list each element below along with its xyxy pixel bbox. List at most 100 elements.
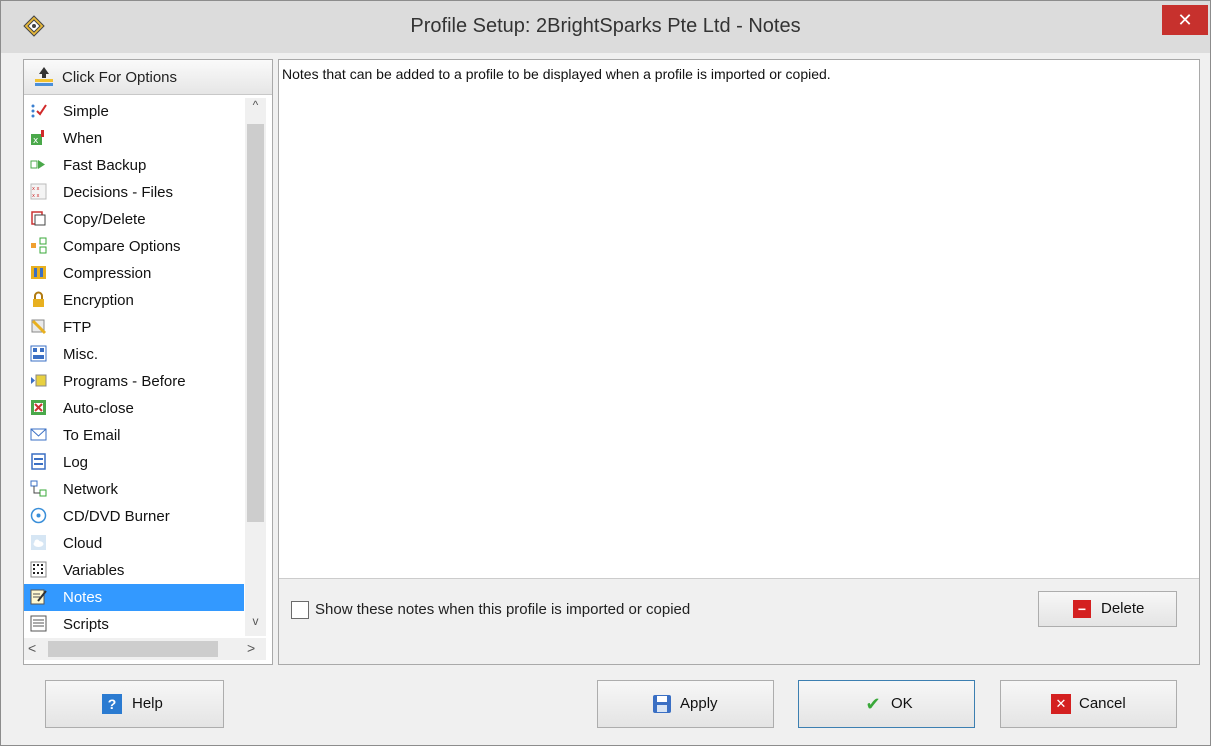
save-disk-icon [653, 695, 671, 713]
delete-button-label: Delete [1101, 600, 1145, 617]
scroll-left-arrow-icon[interactable]: < [28, 640, 36, 656]
notes-panel: Notes that can be added to a profile to … [278, 59, 1200, 665]
sidebar-item-copy-delete[interactable]: Copy/Delete [24, 206, 244, 233]
svg-text:x x: x x [32, 193, 40, 199]
sidebar-item-scripts[interactable]: Scripts [24, 611, 244, 636]
decisions-icon: x xx x [30, 183, 47, 200]
auto-close-icon [31, 400, 46, 415]
log-icon [31, 453, 46, 470]
sidebar-item-variables[interactable]: Variables [24, 557, 244, 584]
sidebar-vertical-scrollbar[interactable]: ^ v [245, 98, 266, 636]
notes-icon [30, 589, 47, 605]
sidebar-item-encryption[interactable]: Encryption [24, 287, 244, 314]
show-notes-checkbox[interactable] [291, 601, 309, 619]
misc-icon [30, 345, 47, 362]
horizontal-scroll-thumb[interactable] [48, 641, 218, 657]
sidebar-item-simple[interactable]: Simple [24, 98, 244, 125]
lock-icon [33, 291, 44, 307]
ok-button[interactable]: ✔ OK [798, 680, 975, 728]
sidebar-item-label: To Email [63, 427, 121, 444]
click-for-options-button[interactable]: Click For Options [24, 60, 272, 95]
copy-delete-icon [31, 211, 46, 226]
sidebar-item-compression[interactable]: Compression [24, 260, 244, 287]
title-bar[interactable]: Profile Setup: 2BrightSparks Pte Ltd - N… [1, 1, 1210, 53]
delete-button[interactable]: − Delete [1038, 591, 1177, 627]
checkmark-icon: ✔ [865, 694, 881, 714]
scroll-down-arrow-icon[interactable]: v [245, 614, 266, 636]
window-title: Profile Setup: 2BrightSparks Pte Ltd - N… [410, 15, 801, 37]
sidebar-item-label: Log [63, 454, 89, 471]
cancel-x-icon: ✕ [1051, 694, 1071, 714]
sidebar-item-label: Compare Options [63, 238, 181, 255]
sidebar-item-label: When [63, 130, 103, 147]
sidebar-item-label: Fast Backup [63, 157, 147, 174]
sidebar-item-log[interactable]: Log [24, 449, 244, 476]
sidebar-item-ftp[interactable]: FTP [24, 314, 244, 341]
variables-icon [30, 561, 47, 578]
fast-backup-icon [30, 160, 45, 169]
svg-text:x: x [33, 136, 39, 146]
cancel-button[interactable]: ✕ Cancel [1000, 680, 1177, 728]
sidebar-item-compare-options[interactable]: Compare Options [24, 233, 244, 260]
cancel-button-label: Cancel [1079, 695, 1126, 712]
network-icon [30, 480, 47, 497]
email-icon [30, 428, 47, 441]
sidebar-item-notes[interactable]: Notes [24, 584, 244, 611]
close-button[interactable]: ✕ [1162, 5, 1208, 35]
sidebar-item-label: Cloud [63, 535, 103, 552]
sidebar-item-label: Scripts [63, 616, 109, 633]
sidebar-item-label: Programs - Before [63, 373, 186, 390]
notes-content: Notes that can be added to a profile to … [282, 66, 831, 82]
scripts-icon [30, 615, 47, 632]
notes-options-strip: Show these notes when this profile is im… [279, 579, 1199, 664]
sidebar-item-cd-dvd-burner[interactable]: CD/DVD Burner [24, 503, 244, 530]
sidebar-item-label: CD/DVD Burner [63, 508, 170, 525]
svg-text:x x: x x [32, 186, 40, 192]
sidebar-item-label: Decisions - Files [63, 184, 174, 201]
sidebar-horizontal-scrollbar[interactable]: < > [24, 638, 266, 660]
sidebar-item-label: Encryption [63, 292, 134, 309]
compare-icon [31, 237, 47, 254]
apply-button-label: Apply [680, 695, 718, 712]
help-button-label: Help [132, 695, 163, 712]
compression-icon [31, 266, 46, 279]
sidebar-item-label: Notes [63, 589, 103, 606]
simple-icon [31, 104, 47, 118]
sidebar-item-label: Misc. [63, 346, 98, 363]
sidebar-item-label: Network [63, 481, 119, 498]
sidebar-item-misc[interactable]: Misc. [24, 341, 244, 368]
sidebar-item-network[interactable]: Network [24, 476, 244, 503]
programs-icon [31, 374, 47, 387]
scroll-right-arrow-icon[interactable]: > [247, 640, 255, 656]
help-button[interactable]: ? Help [45, 680, 224, 728]
sidebar-item-cloud[interactable]: Cloud [24, 530, 244, 557]
sidebar-item-label: Variables [63, 562, 125, 579]
profile-setup-window: Profile Setup: 2BrightSparks Pte Ltd - N… [0, 0, 1211, 746]
help-icon: ? [102, 694, 122, 714]
options-header-label: Click For Options [62, 69, 178, 86]
sidebar-item-label: Compression [63, 265, 152, 282]
sidebar-item-label: Copy/Delete [63, 211, 146, 228]
notes-text-area[interactable]: Notes that can be added to a profile to … [279, 60, 1199, 579]
disc-icon [30, 507, 47, 524]
when-icon: x [31, 130, 44, 146]
sidebar-item-when[interactable]: x When [24, 125, 244, 152]
scroll-up-arrow-icon[interactable]: ^ [245, 98, 266, 120]
options-panel: Click For Options Simple x When Fast Bac… [23, 59, 273, 665]
options-menu-icon [35, 67, 53, 86]
cloud-icon [31, 535, 46, 550]
sidebar-item-label: Simple [63, 103, 109, 120]
ok-button-label: OK [891, 695, 913, 712]
apply-button[interactable]: Apply [597, 680, 774, 728]
sidebar-item-fast-backup[interactable]: Fast Backup [24, 152, 244, 179]
sidebar-item-decisions-files[interactable]: x xx x Decisions - Files [24, 179, 244, 206]
ftp-icon [31, 319, 47, 335]
sidebar-item-to-email[interactable]: To Email [24, 422, 244, 449]
sidebar-item-auto-close[interactable]: Auto-close [24, 395, 244, 422]
sidebar-item-programs-before[interactable]: Programs - Before [24, 368, 244, 395]
sidebar-nav-list: Simple x When Fast Backup x xx x Decisio… [24, 98, 244, 636]
vertical-scroll-thumb[interactable] [247, 124, 264, 522]
sidebar-item-label: Auto-close [63, 400, 134, 417]
show-notes-label[interactable]: Show these notes when this profile is im… [315, 601, 690, 618]
delete-icon: − [1073, 600, 1091, 618]
